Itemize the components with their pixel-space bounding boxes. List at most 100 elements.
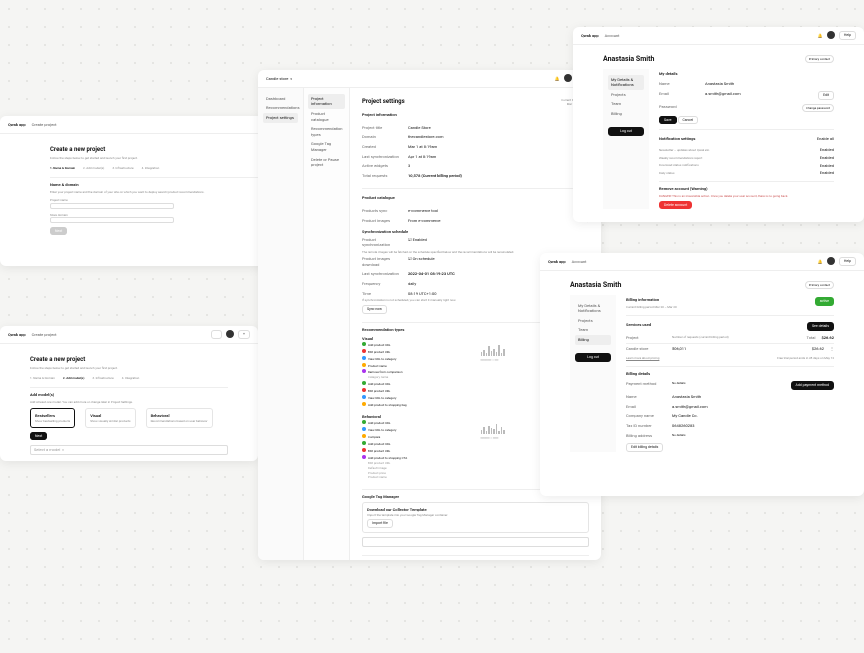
- subnav-info[interactable]: Project information: [308, 94, 345, 109]
- step-2[interactable]: 2. Add model(s): [63, 376, 84, 380]
- list-item[interactable]: Add product URL: [368, 343, 391, 347]
- nav-team[interactable]: Team: [575, 325, 611, 335]
- project-name-input[interactable]: [50, 203, 174, 209]
- change-password[interactable]: Change password: [802, 104, 834, 112]
- step-1[interactable]: 1. Name & Domain: [50, 166, 75, 170]
- brand[interactable]: Qwak app: [8, 332, 26, 338]
- list-item[interactable]: Product name: [368, 364, 387, 368]
- help-button[interactable]: Help: [839, 31, 856, 40]
- toggle[interactable]: Enabled: [820, 155, 834, 161]
- logout-button[interactable]: Log out: [575, 353, 611, 362]
- nav-create-project[interactable]: Create project: [32, 122, 57, 128]
- list-item[interactable]: Add product to shopping bag: [368, 403, 407, 407]
- nav-projects[interactable]: Projects: [575, 316, 611, 326]
- edit-button[interactable]: Edit: [818, 91, 834, 100]
- account-details-window: Qwak app Account Help Anastasia Smith Pr…: [573, 27, 864, 222]
- brand[interactable]: Qwak app: [548, 259, 566, 265]
- nav-dashboard[interactable]: Dashboard: [263, 94, 298, 104]
- list-item[interactable]: Product name: [368, 475, 387, 479]
- nav-recommendations[interactable]: Recommendations: [263, 103, 298, 113]
- list-item[interactable]: Category name: [368, 375, 388, 379]
- add-payment-button[interactable]: Add payment method: [791, 381, 834, 390]
- subnav-delete[interactable]: Delete or Pause project: [308, 155, 345, 170]
- list-item[interactable]: Add product URL: [368, 442, 391, 446]
- cancel-button[interactable]: Cancel: [678, 116, 699, 124]
- subnav-gtm[interactable]: Google Tag Manager: [308, 139, 345, 154]
- gtm-textarea[interactable]: [362, 537, 589, 547]
- toggle[interactable]: Enabled: [820, 163, 834, 169]
- list-item[interactable]: Add product URL: [368, 382, 391, 386]
- list-item[interactable]: View URL to category: [368, 357, 396, 361]
- account-nav: My Details & Notifications Projects Team…: [570, 295, 616, 452]
- model-card-behavioral[interactable]: Behavioral Recommendations based on user…: [146, 408, 213, 428]
- step-2[interactable]: 2. Add model(s): [83, 166, 104, 170]
- list-item[interactable]: Compare: [368, 435, 380, 439]
- sync-now-button[interactable]: Sync now: [362, 305, 387, 314]
- logout-button[interactable]: Log out: [608, 127, 644, 136]
- row-menu-icon[interactable]: ⋮: [830, 346, 834, 352]
- list-item[interactable]: Add product URL: [368, 421, 391, 425]
- section-heading: Add model(s): [30, 392, 228, 398]
- toggle[interactable]: Enabled: [820, 170, 834, 176]
- enable-all-toggle[interactable]: Enable all: [817, 136, 834, 142]
- avatar[interactable]: [827, 257, 835, 265]
- nav-projects[interactable]: Projects: [608, 90, 644, 100]
- brand[interactable]: Qwak app: [581, 33, 599, 39]
- gtm-sub: Import the template into your Google Tag…: [367, 513, 584, 517]
- toggle[interactable]: Enabled: [820, 147, 834, 153]
- nav-account[interactable]: Account: [605, 33, 620, 39]
- bell-icon[interactable]: [818, 33, 823, 39]
- model-card-visual[interactable]: Visual Show visually similar products: [85, 408, 135, 428]
- list-item[interactable]: Product price: [368, 471, 386, 475]
- step-4[interactable]: 4. Integration: [142, 166, 160, 170]
- avatar[interactable]: [226, 330, 234, 338]
- model-card-bestsellers[interactable]: Bestsellers Show bestselling products: [30, 408, 75, 428]
- next-button[interactable]: Next: [50, 227, 67, 235]
- model-select[interactable]: Select a model: [30, 445, 228, 455]
- nav-billing[interactable]: Billing: [608, 109, 644, 119]
- nav-account[interactable]: Account: [572, 259, 587, 265]
- edit-billing-button[interactable]: Edit billing details: [626, 443, 663, 452]
- avatar[interactable]: [564, 74, 572, 82]
- subnav-catalogue[interactable]: Product catalogue: [308, 109, 345, 124]
- step-4[interactable]: 4. Integration: [122, 376, 140, 380]
- step-1[interactable]: 1. Name & Domain: [30, 376, 55, 380]
- brand[interactable]: Qwak app: [8, 122, 26, 128]
- step-3[interactable]: 3. Infrastructure: [112, 166, 133, 170]
- import-button[interactable]: Import file: [367, 519, 393, 528]
- list-item[interactable]: Add product to shopping CTA: [368, 456, 407, 460]
- subnav-rec-types[interactable]: Recommendation types: [308, 124, 345, 139]
- label: Product synchronization: [362, 237, 402, 248]
- help-button[interactable]: Help: [839, 257, 856, 266]
- list-item[interactable]: Edit product URL: [368, 389, 390, 393]
- learn-link[interactable]: Learn more about pricing: [626, 356, 659, 360]
- project-dropdown[interactable]: Candle store: [266, 76, 292, 82]
- bell-icon[interactable]: [555, 76, 560, 82]
- value: 3: [408, 163, 589, 169]
- add-button[interactable]: +: [238, 330, 250, 339]
- list-item[interactable]: Remove from comparison: [368, 370, 403, 374]
- step-3[interactable]: 3. Infrastructure: [92, 376, 113, 380]
- next-button[interactable]: Next: [30, 432, 47, 440]
- store-domain-input[interactable]: [50, 217, 174, 223]
- col-project: Project: [626, 335, 666, 341]
- list-item[interactable]: Edit product URL: [368, 350, 390, 354]
- see-details-button[interactable]: See details: [807, 322, 834, 331]
- list-item[interactable]: Edit product URL: [368, 461, 390, 465]
- nav-create-project[interactable]: Create project: [32, 332, 57, 338]
- list-item[interactable]: Edit product URL: [368, 449, 390, 453]
- avatar[interactable]: [827, 31, 835, 39]
- save-button[interactable]: Save: [659, 116, 677, 124]
- list-item[interactable]: View URL to category: [368, 396, 396, 400]
- nav-billing[interactable]: Billing: [575, 335, 611, 345]
- delete-account-button[interactable]: Delete account: [659, 201, 692, 210]
- topbar: Qwak app Create project +: [0, 326, 258, 344]
- list-item[interactable]: View URL to category: [368, 428, 396, 432]
- list-item[interactable]: Default image: [368, 466, 387, 470]
- bell-icon[interactable]: [818, 259, 823, 265]
- nav-details[interactable]: My Details & Notifications: [608, 75, 644, 90]
- header-btn[interactable]: [211, 330, 222, 339]
- nav-team[interactable]: Team: [608, 99, 644, 109]
- nav-details[interactable]: My Details & Notifications: [575, 301, 611, 316]
- nav-project-settings[interactable]: Project settings: [263, 113, 298, 123]
